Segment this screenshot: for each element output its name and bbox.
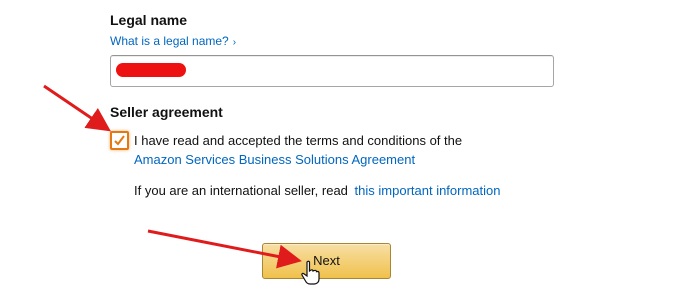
checkmark-icon <box>114 135 125 146</box>
hand-cursor-icon <box>301 260 320 285</box>
arrow-to-checkbox <box>43 84 111 132</box>
legal-name-help-link[interactable]: What is a legal name? › <box>110 34 236 48</box>
legal-name-heading: Legal name <box>110 12 188 28</box>
important-information-link[interactable]: this important information <box>355 183 501 198</box>
redaction-mark <box>116 63 186 77</box>
agreement-link[interactable]: Amazon Services Business Solutions Agree… <box>134 150 462 169</box>
chevron-right-icon: › <box>232 37 237 48</box>
agreement-text-block: I have read and accepted the terms and c… <box>134 131 462 169</box>
help-link-label: What is a legal name? <box>110 34 229 48</box>
international-seller-text: If you are an international seller, read <box>134 183 348 198</box>
seller-agreement-heading: Seller agreement <box>110 104 223 120</box>
next-button[interactable]: Next <box>262 243 391 279</box>
international-seller-note: If you are an international seller, read… <box>134 183 501 198</box>
agreement-checkbox[interactable] <box>110 131 129 150</box>
agreement-statement: I have read and accepted the terms and c… <box>134 133 463 148</box>
legal-name-input[interactable] <box>110 55 554 87</box>
